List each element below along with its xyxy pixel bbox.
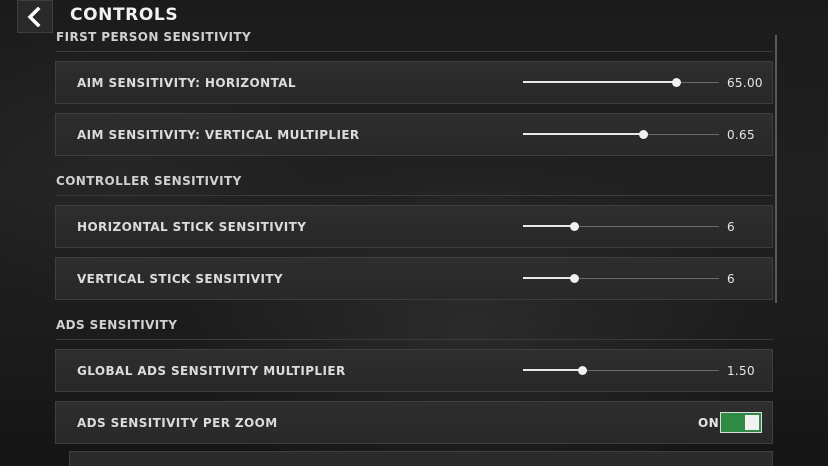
setting-label: AIM SENSITIVITY: VERTICAL MULTIPLIER [77,128,360,142]
section-divider [56,51,773,52]
setting-row-vertical-stick[interactable]: VERTICAL STICK SENSITIVITY 6 [55,257,773,300]
section-divider [56,339,773,340]
section-heading-ads: ADS SENSITIVITY [56,318,178,332]
setting-row-ads-per-zoom[interactable]: ADS SENSITIVITY PER ZOOM ON [55,401,773,444]
vertical-stick-slider[interactable] [523,274,719,283]
slider-thumb[interactable] [577,366,587,375]
setting-label: HORIZONTAL STICK SENSITIVITY [77,220,307,234]
slider-value: 65.00 [727,76,763,90]
setting-row-horizontal-stick[interactable]: HORIZONTAL STICK SENSITIVITY 6 [55,205,773,248]
slider-fill [523,277,574,279]
slider-fill [523,225,574,227]
slider-value: 1.50 [727,364,755,378]
scrollbar[interactable] [775,35,777,303]
back-button[interactable] [17,0,53,33]
slider-fill [523,369,582,371]
slider-value: 0.65 [727,128,755,142]
setting-label: GLOBAL ADS SENSITIVITY MULTIPLIER [77,364,346,378]
setting-row-global-ads-multiplier[interactable]: GLOBAL ADS SENSITIVITY MULTIPLIER 1.50 [55,349,773,392]
ads-per-zoom-toggle[interactable] [720,412,762,433]
chevron-left-icon [26,6,44,27]
slider-thumb[interactable] [569,274,579,283]
slider-fill [523,133,643,135]
toggle-state-label: ON [698,416,720,430]
setting-label: ADS SENSITIVITY PER ZOOM [77,416,278,430]
slider-value: 6 [727,272,735,286]
page-title: CONTROLS [70,5,179,25]
aim-horizontal-slider[interactable] [523,78,719,87]
setting-row-aim-vertical-multiplier[interactable]: AIM SENSITIVITY: VERTICAL MULTIPLIER 0.6… [55,113,773,156]
section-heading-controller: CONTROLLER SENSITIVITY [56,174,242,188]
horizontal-stick-slider[interactable] [523,222,719,231]
aim-vertical-multiplier-slider[interactable] [523,130,719,139]
slider-value: 6 [727,220,735,234]
slider-thumb[interactable] [671,78,681,87]
section-heading-first-person: FIRST PERSON SENSITIVITY [56,30,252,44]
setting-row-aim-horizontal[interactable]: AIM SENSITIVITY: HORIZONTAL 65.00 [55,61,773,104]
setting-row-partial[interactable] [69,451,773,466]
global-ads-multiplier-slider[interactable] [523,366,719,375]
section-divider [56,195,773,196]
slider-thumb[interactable] [569,222,579,231]
toggle-knob [745,415,759,430]
setting-label: VERTICAL STICK SENSITIVITY [77,272,283,286]
slider-fill [523,81,676,83]
slider-thumb[interactable] [638,130,648,139]
setting-label: AIM SENSITIVITY: HORIZONTAL [77,76,296,90]
